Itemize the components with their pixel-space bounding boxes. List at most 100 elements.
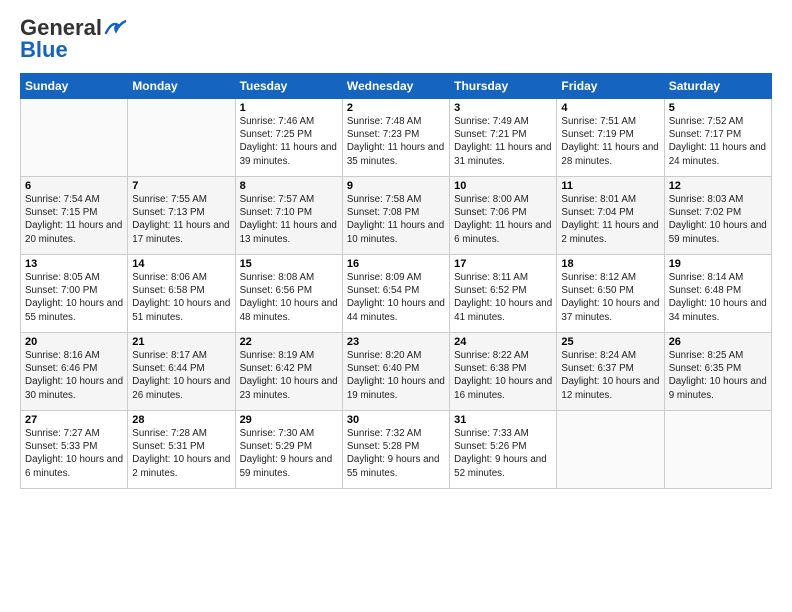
day-number: 7 xyxy=(132,180,230,192)
day-info: Sunrise: 7:52 AM Sunset: 7:17 PM Dayligh… xyxy=(669,115,767,168)
calendar-cell: 19Sunrise: 8:14 AM Sunset: 6:48 PM Dayli… xyxy=(664,255,771,333)
day-number: 15 xyxy=(240,258,338,270)
day-number: 4 xyxy=(561,102,659,114)
calendar-cell: 9Sunrise: 7:58 AM Sunset: 7:08 PM Daylig… xyxy=(342,177,449,255)
calendar-week-row: 13Sunrise: 8:05 AM Sunset: 7:00 PM Dayli… xyxy=(21,255,772,333)
day-info: Sunrise: 7:57 AM Sunset: 7:10 PM Dayligh… xyxy=(240,193,338,246)
day-info: Sunrise: 8:11 AM Sunset: 6:52 PM Dayligh… xyxy=(454,271,552,324)
day-number: 27 xyxy=(25,414,123,426)
page: General Blue Sunday Monday Tuesday Wedne… xyxy=(0,0,792,612)
day-number: 20 xyxy=(25,336,123,348)
calendar-cell: 17Sunrise: 8:11 AM Sunset: 6:52 PM Dayli… xyxy=(450,255,557,333)
calendar-cell: 24Sunrise: 8:22 AM Sunset: 6:38 PM Dayli… xyxy=(450,333,557,411)
day-number: 25 xyxy=(561,336,659,348)
calendar-table: Sunday Monday Tuesday Wednesday Thursday… xyxy=(20,73,772,489)
day-number: 2 xyxy=(347,102,445,114)
day-info: Sunrise: 7:54 AM Sunset: 7:15 PM Dayligh… xyxy=(25,193,123,246)
calendar-cell: 8Sunrise: 7:57 AM Sunset: 7:10 PM Daylig… xyxy=(235,177,342,255)
day-info: Sunrise: 7:55 AM Sunset: 7:13 PM Dayligh… xyxy=(132,193,230,246)
calendar-header-row: Sunday Monday Tuesday Wednesday Thursday… xyxy=(21,74,772,99)
calendar-cell: 18Sunrise: 8:12 AM Sunset: 6:50 PM Dayli… xyxy=(557,255,664,333)
calendar-cell: 5Sunrise: 7:52 AM Sunset: 7:17 PM Daylig… xyxy=(664,99,771,177)
day-info: Sunrise: 7:28 AM Sunset: 5:31 PM Dayligh… xyxy=(132,427,230,480)
logo-bird-icon xyxy=(104,19,126,37)
day-number: 22 xyxy=(240,336,338,348)
logo: General Blue xyxy=(20,15,126,63)
day-info: Sunrise: 7:58 AM Sunset: 7:08 PM Dayligh… xyxy=(347,193,445,246)
day-number: 9 xyxy=(347,180,445,192)
day-info: Sunrise: 7:32 AM Sunset: 5:28 PM Dayligh… xyxy=(347,427,445,480)
calendar-cell: 25Sunrise: 8:24 AM Sunset: 6:37 PM Dayli… xyxy=(557,333,664,411)
calendar-cell: 11Sunrise: 8:01 AM Sunset: 7:04 PM Dayli… xyxy=(557,177,664,255)
day-info: Sunrise: 7:49 AM Sunset: 7:21 PM Dayligh… xyxy=(454,115,552,168)
day-number: 8 xyxy=(240,180,338,192)
calendar-cell: 23Sunrise: 8:20 AM Sunset: 6:40 PM Dayli… xyxy=(342,333,449,411)
day-number: 11 xyxy=(561,180,659,192)
calendar-cell xyxy=(557,411,664,489)
calendar-cell: 4Sunrise: 7:51 AM Sunset: 7:19 PM Daylig… xyxy=(557,99,664,177)
col-tuesday: Tuesday xyxy=(235,74,342,99)
day-number: 19 xyxy=(669,258,767,270)
calendar-cell xyxy=(128,99,235,177)
calendar-cell: 7Sunrise: 7:55 AM Sunset: 7:13 PM Daylig… xyxy=(128,177,235,255)
calendar-cell: 31Sunrise: 7:33 AM Sunset: 5:26 PM Dayli… xyxy=(450,411,557,489)
day-info: Sunrise: 8:01 AM Sunset: 7:04 PM Dayligh… xyxy=(561,193,659,246)
col-monday: Monday xyxy=(128,74,235,99)
day-number: 6 xyxy=(25,180,123,192)
day-info: Sunrise: 7:33 AM Sunset: 5:26 PM Dayligh… xyxy=(454,427,552,480)
calendar-cell xyxy=(664,411,771,489)
day-number: 10 xyxy=(454,180,552,192)
day-number: 26 xyxy=(669,336,767,348)
calendar-week-row: 1Sunrise: 7:46 AM Sunset: 7:25 PM Daylig… xyxy=(21,99,772,177)
day-info: Sunrise: 7:30 AM Sunset: 5:29 PM Dayligh… xyxy=(240,427,338,480)
calendar-cell: 14Sunrise: 8:06 AM Sunset: 6:58 PM Dayli… xyxy=(128,255,235,333)
day-number: 5 xyxy=(669,102,767,114)
col-saturday: Saturday xyxy=(664,74,771,99)
header: General Blue xyxy=(20,15,772,63)
col-sunday: Sunday xyxy=(21,74,128,99)
calendar-week-row: 27Sunrise: 7:27 AM Sunset: 5:33 PM Dayli… xyxy=(21,411,772,489)
day-number: 29 xyxy=(240,414,338,426)
calendar-cell: 6Sunrise: 7:54 AM Sunset: 7:15 PM Daylig… xyxy=(21,177,128,255)
day-info: Sunrise: 7:46 AM Sunset: 7:25 PM Dayligh… xyxy=(240,115,338,168)
day-info: Sunrise: 8:00 AM Sunset: 7:06 PM Dayligh… xyxy=(454,193,552,246)
calendar-cell: 12Sunrise: 8:03 AM Sunset: 7:02 PM Dayli… xyxy=(664,177,771,255)
day-number: 3 xyxy=(454,102,552,114)
day-info: Sunrise: 8:17 AM Sunset: 6:44 PM Dayligh… xyxy=(132,349,230,402)
day-number: 30 xyxy=(347,414,445,426)
calendar-cell: 26Sunrise: 8:25 AM Sunset: 6:35 PM Dayli… xyxy=(664,333,771,411)
logo-blue: Blue xyxy=(20,37,68,63)
day-info: Sunrise: 8:25 AM Sunset: 6:35 PM Dayligh… xyxy=(669,349,767,402)
calendar-cell: 21Sunrise: 8:17 AM Sunset: 6:44 PM Dayli… xyxy=(128,333,235,411)
day-info: Sunrise: 7:51 AM Sunset: 7:19 PM Dayligh… xyxy=(561,115,659,168)
day-info: Sunrise: 8:03 AM Sunset: 7:02 PM Dayligh… xyxy=(669,193,767,246)
calendar-cell: 20Sunrise: 8:16 AM Sunset: 6:46 PM Dayli… xyxy=(21,333,128,411)
day-number: 14 xyxy=(132,258,230,270)
day-info: Sunrise: 8:22 AM Sunset: 6:38 PM Dayligh… xyxy=(454,349,552,402)
col-friday: Friday xyxy=(557,74,664,99)
calendar-cell: 10Sunrise: 8:00 AM Sunset: 7:06 PM Dayli… xyxy=(450,177,557,255)
day-info: Sunrise: 8:05 AM Sunset: 7:00 PM Dayligh… xyxy=(25,271,123,324)
day-number: 18 xyxy=(561,258,659,270)
day-info: Sunrise: 8:24 AM Sunset: 6:37 PM Dayligh… xyxy=(561,349,659,402)
day-info: Sunrise: 8:06 AM Sunset: 6:58 PM Dayligh… xyxy=(132,271,230,324)
calendar-cell: 2Sunrise: 7:48 AM Sunset: 7:23 PM Daylig… xyxy=(342,99,449,177)
col-thursday: Thursday xyxy=(450,74,557,99)
calendar-cell: 22Sunrise: 8:19 AM Sunset: 6:42 PM Dayli… xyxy=(235,333,342,411)
calendar-cell xyxy=(21,99,128,177)
day-number: 21 xyxy=(132,336,230,348)
day-number: 13 xyxy=(25,258,123,270)
day-info: Sunrise: 7:27 AM Sunset: 5:33 PM Dayligh… xyxy=(25,427,123,480)
day-number: 1 xyxy=(240,102,338,114)
day-info: Sunrise: 8:16 AM Sunset: 6:46 PM Dayligh… xyxy=(25,349,123,402)
day-number: 12 xyxy=(669,180,767,192)
calendar-cell: 30Sunrise: 7:32 AM Sunset: 5:28 PM Dayli… xyxy=(342,411,449,489)
day-info: Sunrise: 8:14 AM Sunset: 6:48 PM Dayligh… xyxy=(669,271,767,324)
calendar-cell: 29Sunrise: 7:30 AM Sunset: 5:29 PM Dayli… xyxy=(235,411,342,489)
calendar-cell: 16Sunrise: 8:09 AM Sunset: 6:54 PM Dayli… xyxy=(342,255,449,333)
day-info: Sunrise: 8:09 AM Sunset: 6:54 PM Dayligh… xyxy=(347,271,445,324)
day-info: Sunrise: 8:20 AM Sunset: 6:40 PM Dayligh… xyxy=(347,349,445,402)
day-number: 24 xyxy=(454,336,552,348)
day-info: Sunrise: 8:08 AM Sunset: 6:56 PM Dayligh… xyxy=(240,271,338,324)
day-number: 17 xyxy=(454,258,552,270)
